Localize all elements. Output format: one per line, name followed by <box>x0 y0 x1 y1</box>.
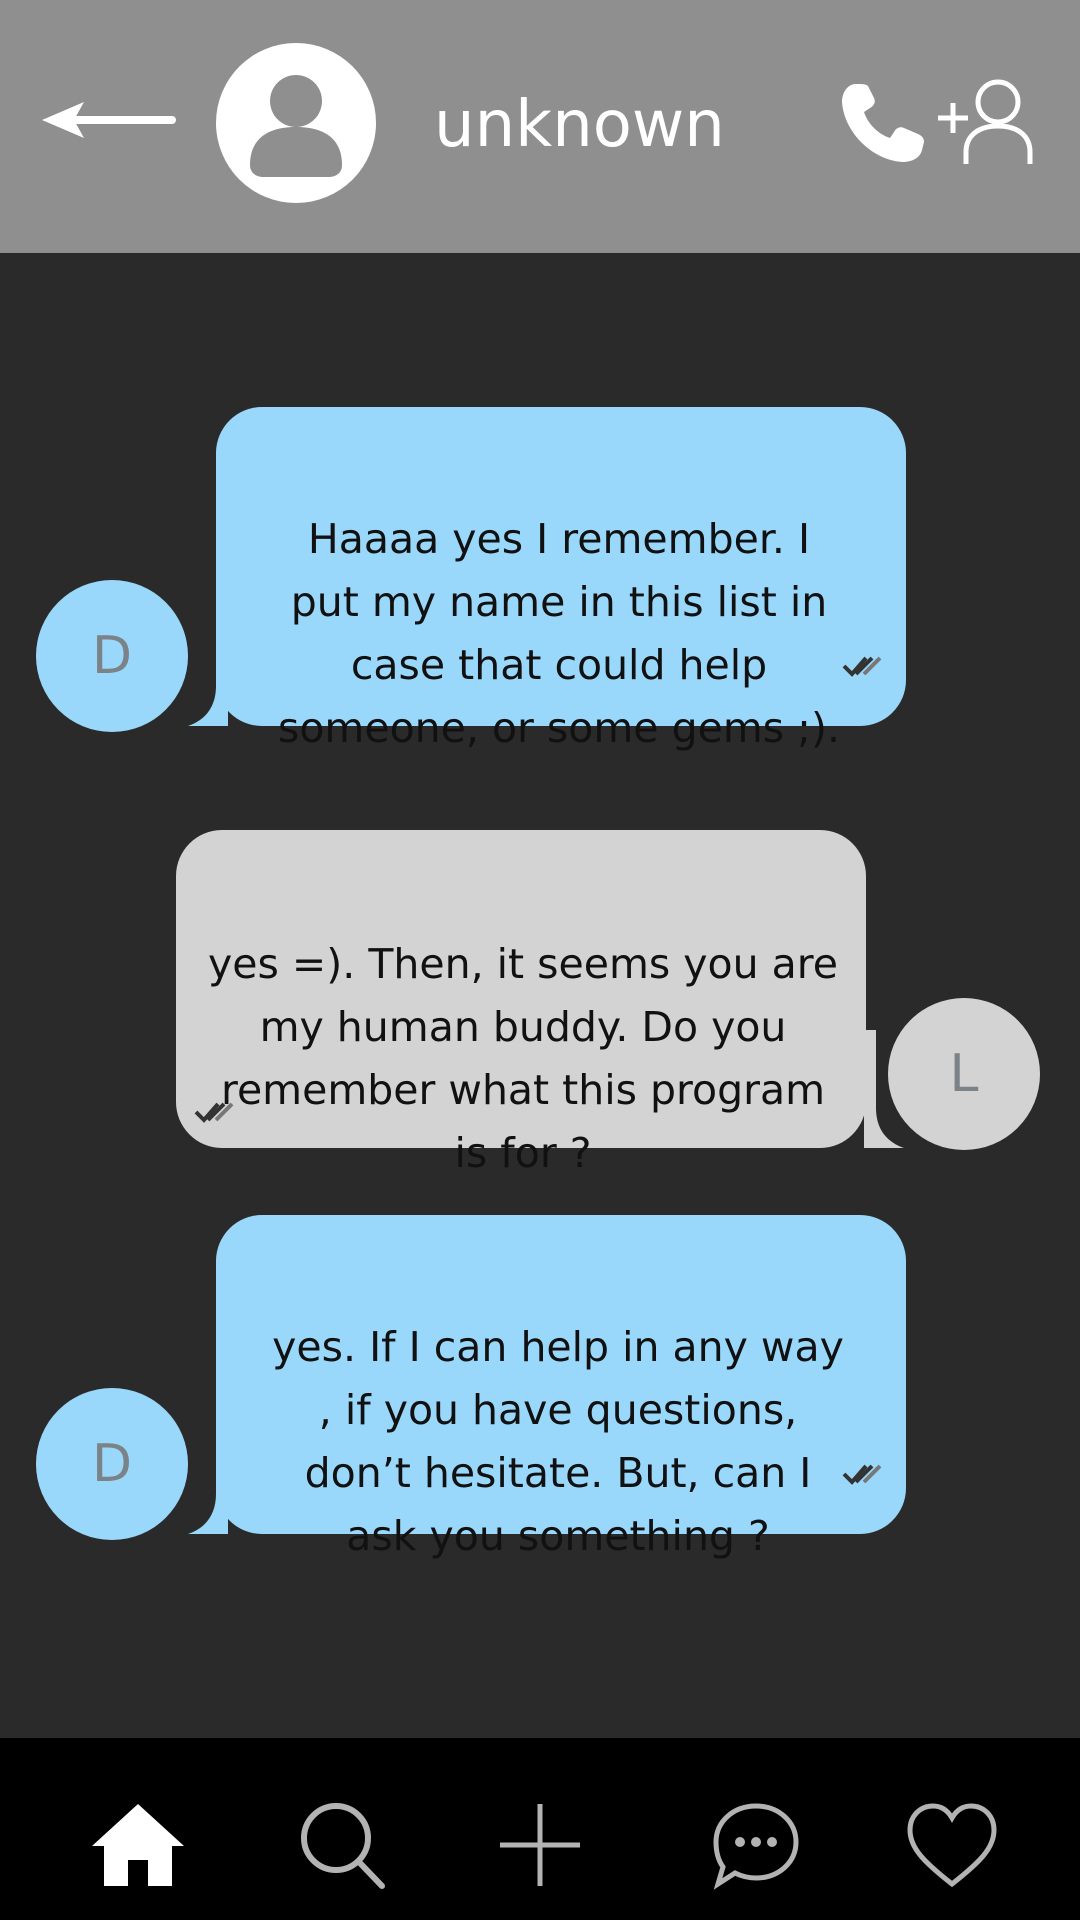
message-bubble-sent[interactable]: yes. If I can help in any way , if you h… <box>216 1215 906 1560</box>
double-check-icon <box>194 1102 234 1123</box>
message-text: yes. If I can help in any way , if you h… <box>272 1323 844 1560</box>
add-contact-icon[interactable] <box>934 78 1044 168</box>
chat-icon[interactable] <box>706 1800 806 1890</box>
sender-avatar-d[interactable]: D <box>36 580 188 732</box>
contact-avatar-icon[interactable] <box>216 43 376 203</box>
sender-avatar-l[interactable]: L <box>888 998 1040 1150</box>
chat-header: unknown <box>0 0 1080 253</box>
contact-name: unknown <box>434 88 725 162</box>
search-icon[interactable] <box>296 1800 396 1890</box>
sender-initial: D <box>91 1434 133 1494</box>
plus-icon[interactable] <box>490 1800 590 1890</box>
heart-icon[interactable] <box>902 1800 1002 1890</box>
message-text: Haaaa yes I remember. I put my name in t… <box>277 515 840 752</box>
double-check-icon <box>842 1464 882 1485</box>
home-icon[interactable] <box>88 1800 188 1890</box>
sender-initial: D <box>91 626 133 686</box>
double-check-icon <box>842 656 882 677</box>
sender-initial: L <box>949 1044 979 1104</box>
message-bubble-received[interactable]: yes =). Then, it seems you are my human … <box>176 830 866 1177</box>
sender-avatar-d[interactable]: D <box>36 1388 188 1540</box>
phone-icon[interactable] <box>838 80 928 166</box>
bubble-tail <box>864 1030 904 1148</box>
message-text: yes =). Then, it seems you are my human … <box>208 940 838 1177</box>
message-bubble-sent[interactable]: Haaaa yes I remember. I put my name in t… <box>216 407 906 752</box>
back-arrow-icon[interactable] <box>36 90 176 150</box>
